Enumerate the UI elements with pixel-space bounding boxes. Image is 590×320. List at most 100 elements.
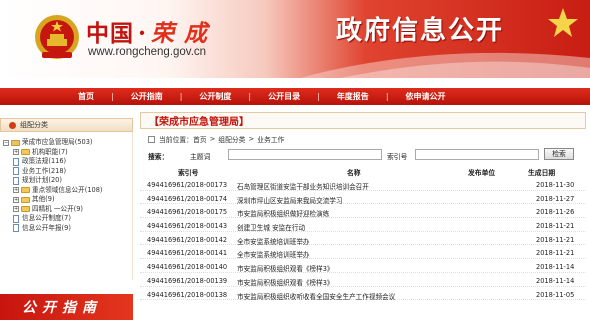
table-row: 494416961/2018-00142 全市安监系统培训班举办 2018-11…: [140, 232, 586, 246]
search-button[interactable]: 检索: [544, 148, 574, 160]
table-row: 494416961/2018-00143 创建卫生城 安监在行动 2018-11…: [140, 218, 586, 232]
nav-apply[interactable]: 依申请公开: [406, 91, 446, 102]
nav-guide[interactable]: 公开指南: [131, 91, 163, 102]
nav-home[interactable]: 首页: [78, 91, 94, 102]
site-url: www.rongcheng.gov.cn: [88, 46, 207, 58]
tree-item[interactable]: 政策法规(116): [3, 157, 132, 167]
breadcrumb-category[interactable]: 组配分类: [218, 134, 245, 144]
row-date: 2018-11-21: [536, 249, 575, 258]
folder-icon: [21, 149, 30, 156]
site-name: 中国 · 荣 成: [86, 14, 208, 48]
tree-item-root[interactable]: − 荣成市应急管理局(503): [3, 138, 132, 148]
tree-item-label: 政策法规(116): [22, 157, 67, 165]
row-title-link[interactable]: 市安监局积极组织收听收看全国安全生产工作视频会议: [237, 291, 507, 301]
tree-item[interactable]: 业务工作(218): [3, 167, 132, 177]
tree-item-label: 信息公开制度(7): [22, 214, 71, 222]
tree-item-label: 规划计划(20): [22, 176, 62, 184]
row-title-link[interactable]: 市安监局积极组织观看《榜样3》: [237, 277, 507, 287]
document-icon: [13, 214, 19, 223]
tree-item-label: 四精机 一公开(9): [32, 204, 83, 213]
nav-divider: |: [385, 92, 389, 101]
sidebar-heading: 组配分类: [20, 121, 48, 129]
tree-item-label: 信息公开年报(9): [22, 223, 71, 232]
tree-item-label: 其他(9): [32, 195, 55, 203]
category-sidebar: 组配分类 − 荣成市应急管理局(503) + 机构职能(7) 政策法规(116)…: [0, 118, 133, 320]
collapse-icon[interactable]: −: [3, 139, 9, 146]
tree-item-label: 重点领域信息公开(108): [32, 185, 103, 194]
national-emblem-icon: [35, 15, 79, 59]
row-title-link[interactable]: 市安监局积极组织观看《榜样3》: [237, 263, 507, 273]
tree-item[interactable]: + 重点领域信息公开(108): [3, 186, 132, 196]
org-title-bar: 【荣成市应急管理局】: [140, 112, 586, 129]
row-date: 2018-11-14: [536, 276, 575, 285]
index-input[interactable]: [415, 149, 539, 160]
breadcrumb-home[interactable]: 首页: [193, 134, 207, 144]
breadcrumb-prefix: 当前位置：: [159, 136, 193, 144]
document-icon: [13, 167, 19, 176]
table-row: 494416961/2018-00173 石岛管理区街道安监干部业务知识培训会召…: [140, 177, 586, 191]
header-date: 生成日期: [528, 169, 556, 177]
nav-divider: |: [248, 92, 252, 101]
site-name-dot: ·: [138, 20, 148, 47]
header-index: 索引号: [178, 169, 199, 177]
table-row: 494416961/2018-00139 市安监局积极组织观看《榜样3》 201…: [140, 273, 586, 287]
location-icon: [148, 135, 155, 143]
tree-item[interactable]: + 机构职能(7): [3, 148, 132, 158]
guide-banner-link[interactable]: 公开指南: [0, 294, 133, 320]
folder-icon: [21, 187, 30, 194]
table-row: 494416961/2018-00175 市安监局积极组织做好迎检演练 2018…: [140, 204, 586, 218]
breadcrumb-current[interactable]: 业务工作: [257, 134, 284, 144]
site-name-china: 中国: [86, 20, 134, 47]
nav-divider: |: [317, 92, 320, 101]
search-bar: 搜索： 主题词 索引号 检索: [140, 148, 586, 161]
expand-icon[interactable]: +: [13, 196, 19, 203]
expand-icon[interactable]: +: [13, 149, 19, 156]
keyword-label: 主题词: [190, 153, 211, 161]
sidebar-header: 组配分类: [0, 118, 133, 132]
row-title-link[interactable]: 市安监局积极组织做好迎检演练: [237, 208, 507, 218]
row-title-link[interactable]: 深圳市坪山区安监局来我局交流学习: [237, 195, 507, 205]
nav-catalog[interactable]: 公开目录: [268, 91, 300, 102]
expand-icon[interactable]: +: [13, 187, 19, 194]
breadcrumb: 当前位置： 首页 > 组配分类 > 业务工作: [140, 133, 586, 145]
row-date: 2018-11-14: [536, 263, 575, 272]
table-header: 索引号 名称 发布单位 生成日期: [140, 167, 586, 177]
row-date: 2018-11-27: [536, 194, 575, 203]
row-title-link[interactable]: 创建卫生城 安监在行动: [237, 222, 507, 232]
tree-item[interactable]: 规划计划(20): [3, 176, 132, 186]
row-date: 2018-11-21: [536, 222, 575, 231]
table-row: 494416961/2018-00174 深圳市坪山区安监局来我局交流学习 20…: [140, 191, 586, 205]
table-row: 494416961/2018-00138 市安监局积极组织收听收看全国安全生产工…: [140, 287, 586, 301]
nav-annual-report[interactable]: 年度报告: [337, 91, 369, 102]
keyword-input[interactable]: [228, 149, 382, 160]
folder-icon: [11, 139, 20, 146]
row-date: 2018-11-26: [536, 208, 575, 217]
row-title-link[interactable]: 全市安监系统培训班举办: [237, 236, 507, 246]
main-nav: 首页 | 公开指南 | 公开制度 | 公开目录 | 年度报告 | 依申请公开: [0, 88, 590, 105]
nav-divider: |: [111, 92, 114, 101]
row-date: 2018-11-21: [536, 235, 575, 244]
tree-item[interactable]: 信息公开制度(7): [3, 214, 132, 224]
table-row: 494416961/2018-00141 全市安监系统培训班举办 2018-11…: [140, 245, 586, 259]
site-banner: 中国 · 荣 成 www.rongcheng.gov.cn 政府信息公开: [0, 0, 590, 78]
expand-icon[interactable]: +: [13, 206, 19, 213]
category-tree: − 荣成市应急管理局(503) + 机构职能(7) 政策法规(116) 业务工作…: [0, 132, 133, 280]
row-title-link[interactable]: 石岛管理区街道安监干部业务知识培训会召开: [237, 181, 507, 191]
breadcrumb-sep: >: [248, 135, 255, 143]
document-table: 索引号 名称 发布单位 生成日期 494416961/2018-00173 石岛…: [140, 167, 586, 301]
header-name: 名称: [347, 169, 361, 177]
header-publisher: 发布单位: [468, 169, 496, 177]
star-icon: [548, 8, 578, 37]
tree-item[interactable]: + 其他(9): [3, 195, 132, 205]
table-row: 494416961/2018-00140 市安监局积极组织观看《榜样3》 201…: [140, 259, 586, 273]
breadcrumb-sep: >: [209, 135, 216, 143]
content-panel: 【荣成市应急管理局】 当前位置： 首页 > 组配分类 > 业务工作 搜索： 主题…: [140, 112, 586, 320]
row-title-link[interactable]: 全市安监系统培训班举办: [237, 249, 507, 259]
nav-system[interactable]: 公开制度: [199, 91, 231, 102]
document-icon: [13, 176, 19, 185]
folder-icon: [21, 196, 30, 203]
tree-item[interactable]: + 四精机 一公开(9): [3, 205, 132, 215]
row-date: 2018-11-30: [536, 181, 575, 189]
tree-item[interactable]: 信息公开年报(9): [3, 224, 132, 234]
tree-item-label: 机构职能(7): [32, 147, 68, 156]
